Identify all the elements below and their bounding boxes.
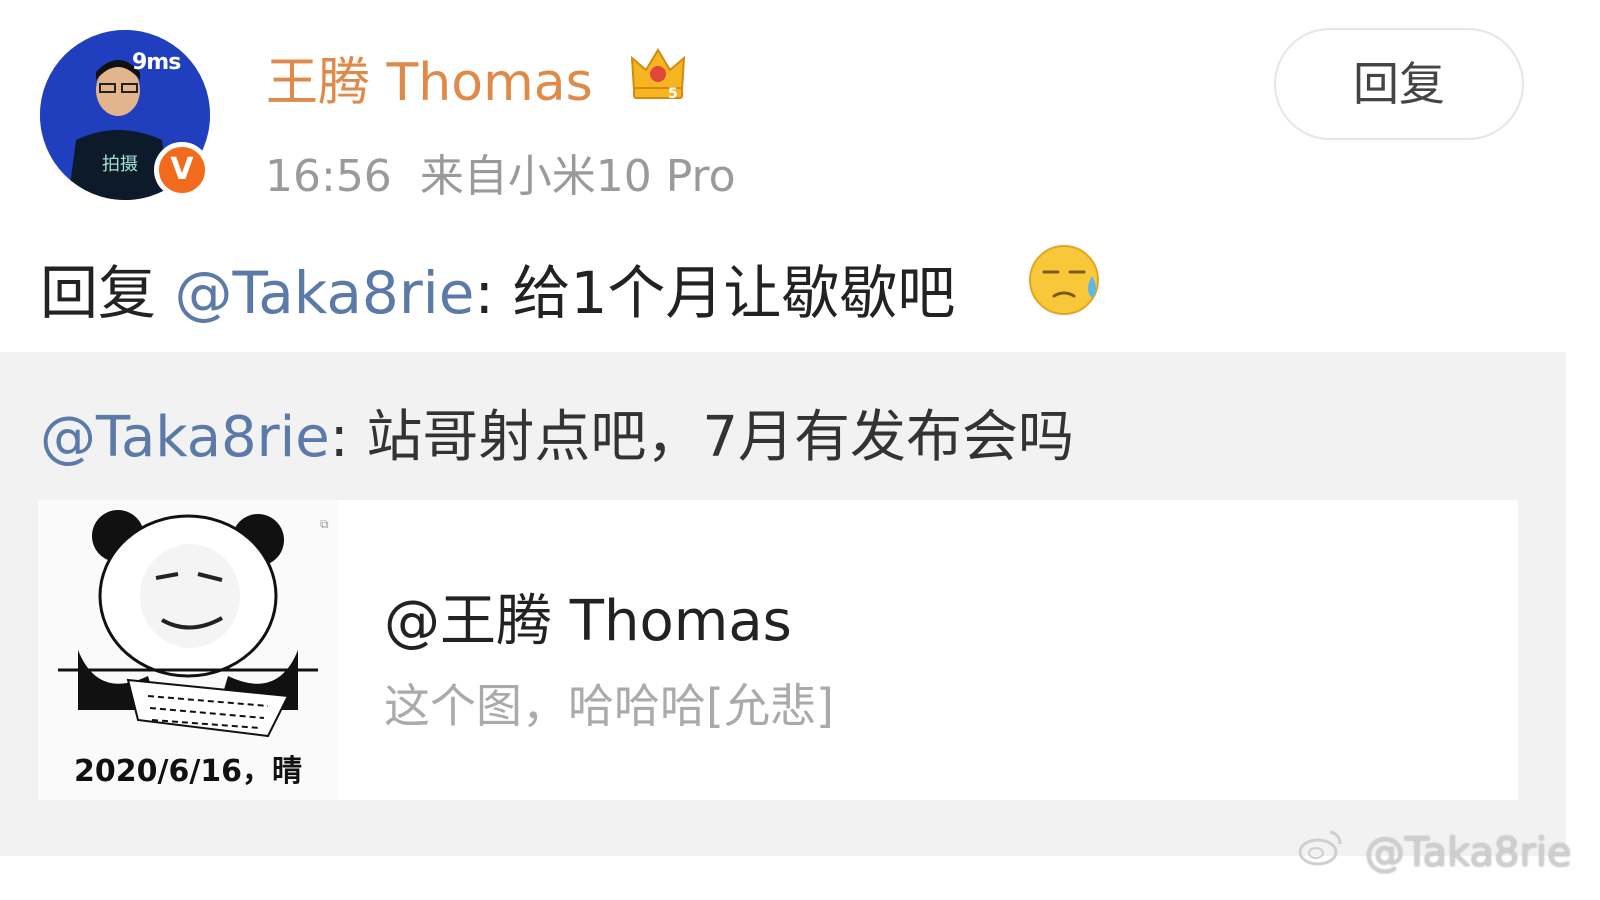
thumbnail-caption: 2020/6/16，晴 — [74, 754, 303, 789]
post-source: 来自小米10 Pro — [419, 151, 736, 202]
username[interactable]: 王腾 Thomas — [266, 40, 593, 115]
reply-button[interactable]: 回复 — [1274, 28, 1524, 140]
post-text: : 给1个月让歇歇吧 — [474, 259, 956, 327]
card-thumbnail: ⧉ 2020/6/16，晴 — [38, 500, 338, 800]
mention-link[interactable]: @Taka8rie — [174, 259, 474, 327]
link-card[interactable]: ⧉ 2020/6/16，晴 @王腾 Thomas 这个图，哈哈哈[允悲] — [38, 500, 1518, 800]
crown-icon: 5 — [630, 48, 686, 102]
verified-badge-icon: V — [154, 142, 210, 198]
watermark-text: @Taka8rie — [1364, 830, 1572, 876]
post-time: 16:56 — [265, 151, 392, 202]
weibo-logo-icon — [1296, 830, 1359, 876]
sweat-emoji-icon — [1029, 245, 1099, 315]
post-body: 回复 @Taka8rie: 给1个月让歇歇吧 — [40, 246, 955, 330]
svg-text:5: 5 — [668, 86, 678, 102]
quoted-text: @Taka8rie: 站哥射点吧，7月有发布会吗 — [40, 392, 1074, 473]
panda-meme-image: ⧉ — [58, 510, 329, 738]
watermark: @Taka8rie — [1296, 826, 1572, 876]
card-title[interactable]: @王腾 Thomas — [384, 576, 792, 657]
card-description: 这个图，哈哈哈[允悲] — [384, 679, 834, 733]
avatar-overlay-text: 9ms — [132, 50, 181, 75]
svg-text:⧉: ⧉ — [320, 517, 329, 531]
quoted-mention-link[interactable]: @Taka8rie — [40, 405, 330, 470]
post-meta: 16:56 来自小米10 Pro — [265, 140, 736, 204]
reply-prefix: 回复 — [40, 259, 175, 327]
quoted-post[interactable]: @Taka8rie: 站哥射点吧，7月有发布会吗 ⧉ 2020/6/16，晴 @… — [0, 352, 1566, 856]
svg-text:拍摄: 拍摄 — [102, 154, 138, 175]
quoted-body: : 站哥射点吧，7月有发布会吗 — [329, 405, 1074, 470]
